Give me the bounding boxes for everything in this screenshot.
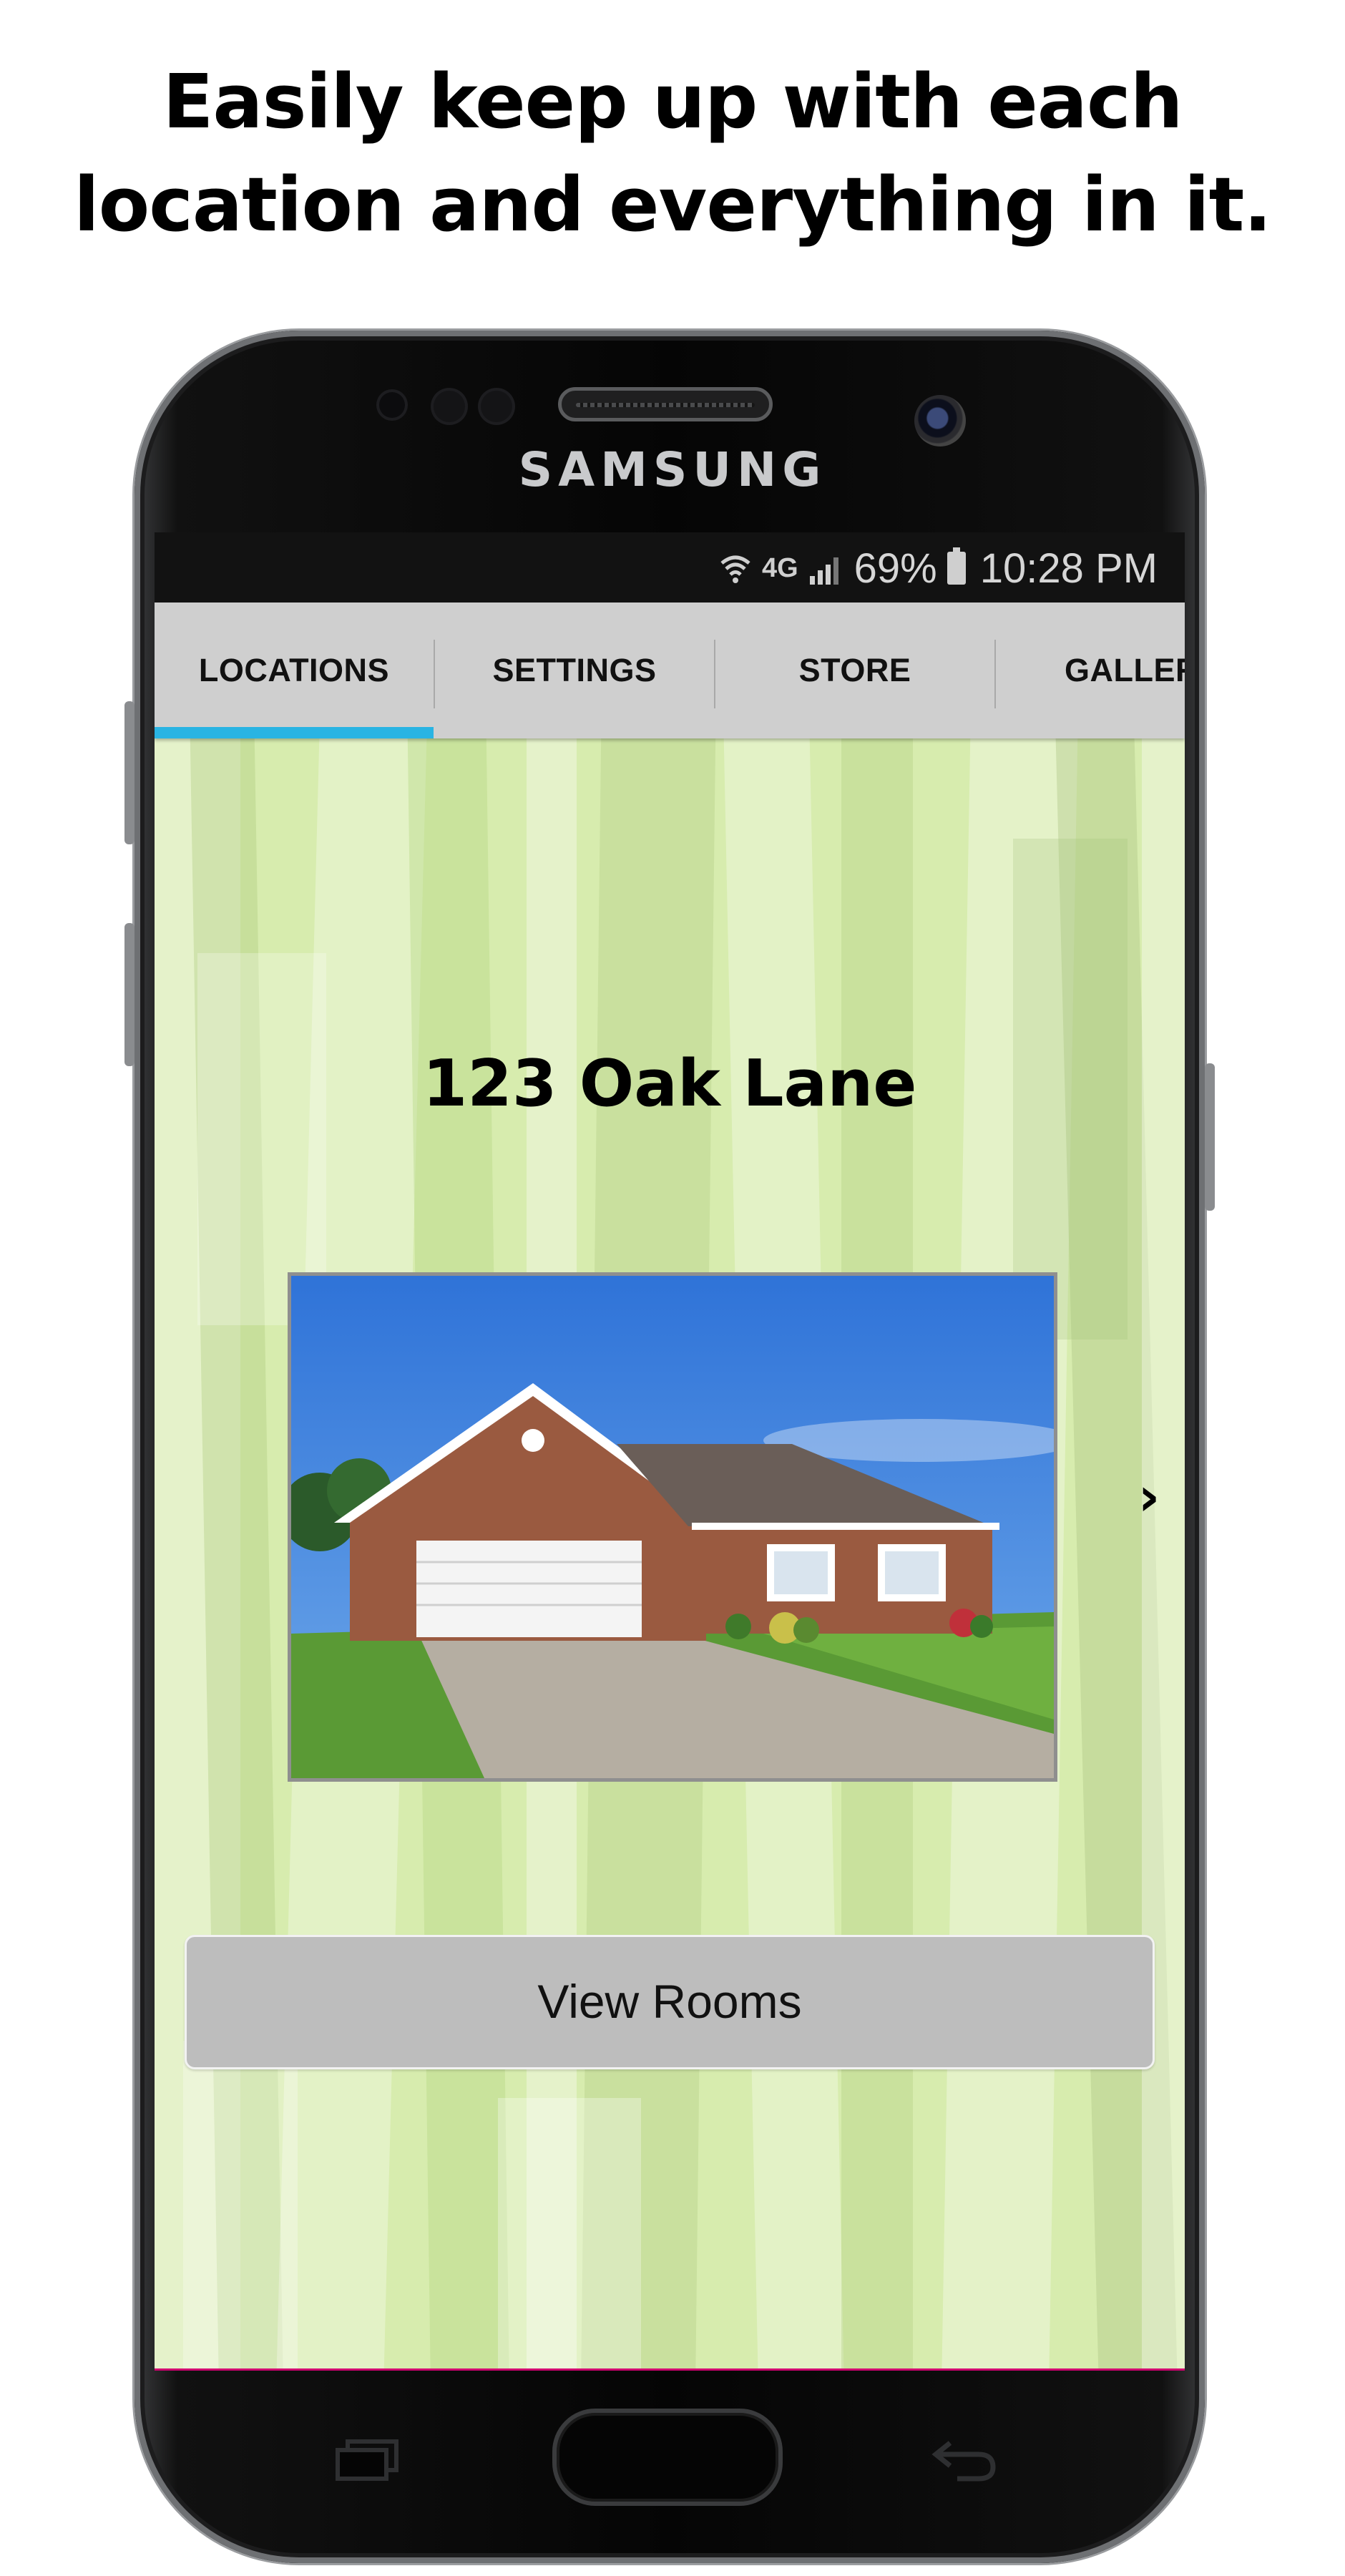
screen-bottom-edge <box>155 2368 1185 2371</box>
status-bar: 4G 69% 10:28 PM <box>155 532 1185 602</box>
tab-bar: LOCATIONS SETTINGS STORE GALLERY <box>155 602 1185 738</box>
headline-line-2: location and everything in it. <box>74 161 1272 248</box>
earpiece-speaker <box>558 387 773 421</box>
wifi-icon <box>720 555 750 583</box>
headline-line-1: Easily keep up with each <box>162 58 1183 145</box>
tab-settings[interactable]: SETTINGS <box>435 602 714 738</box>
light-sensor <box>434 391 465 422</box>
phone-screen: 4G 69% 10:28 PM LOCATIONS SETTINGS STORE… <box>155 532 1185 2370</box>
tab-locations[interactable]: LOCATIONS <box>155 602 434 738</box>
volume-up-button <box>124 701 134 844</box>
background-stripe <box>1142 738 1185 2370</box>
location-photo[interactable] <box>288 1272 1057 1782</box>
signal-icon <box>809 557 838 585</box>
promo-headline: Easily keep up with each location and ev… <box>0 50 1345 256</box>
background-block <box>498 2098 641 2370</box>
location-page[interactable]: 123 Oak Lane › View Rooms <box>155 738 1185 2370</box>
clock: 10:28 PM <box>979 545 1158 592</box>
chevron-right-icon[interactable]: › <box>1128 1470 1170 1523</box>
iris-sensor <box>481 391 512 422</box>
background-block <box>197 953 326 1325</box>
power-button <box>1205 1063 1215 1211</box>
battery-icon <box>947 547 966 585</box>
battery-percent: 69% <box>854 545 937 592</box>
view-rooms-button[interactable]: View Rooms <box>185 1935 1155 2069</box>
recents-icon[interactable] <box>335 2439 401 2482</box>
background-block <box>183 2041 298 2370</box>
house-photo-icon <box>291 1276 1054 1778</box>
home-button[interactable] <box>552 2409 783 2506</box>
tab-store[interactable]: STORE <box>715 602 994 738</box>
volume-down-button <box>124 923 134 1066</box>
tab-gallery[interactable]: GALLERY <box>996 602 1185 738</box>
brand-logo: SAMSUNG <box>518 442 827 497</box>
back-icon[interactable] <box>929 2433 1000 2483</box>
active-tab-indicator <box>155 727 434 738</box>
location-title: 123 Oak Lane <box>422 1046 917 1121</box>
network-type-label: 4G <box>761 552 798 583</box>
front-camera <box>914 395 966 447</box>
proximity-sensor <box>379 392 405 418</box>
